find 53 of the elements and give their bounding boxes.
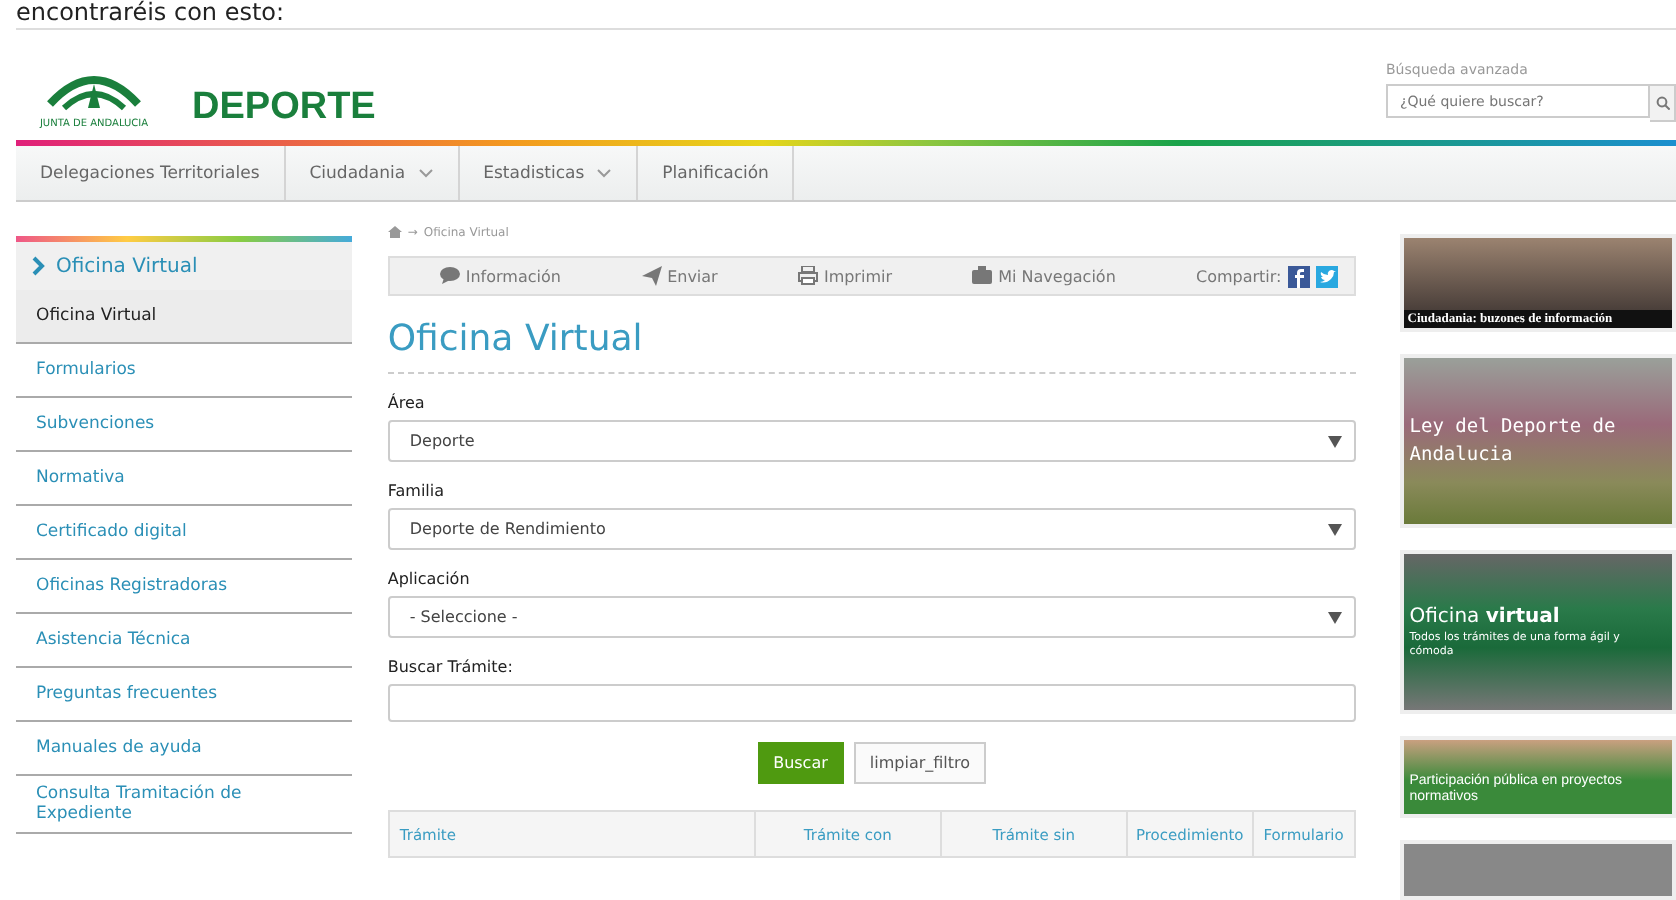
share-label: Compartir: <box>1196 267 1282 285</box>
nav-item[interactable]: Ciudadania <box>285 146 460 200</box>
page-title: Oficina Virtual <box>387 318 1356 374</box>
speech-bubble-icon <box>439 266 460 286</box>
dropdown-field[interactable]: Deporte de Rendimiento <box>387 508 1356 550</box>
clear-filter-button[interactable]: limpiar_filtro <box>853 742 987 784</box>
printer-icon <box>797 266 818 286</box>
toolbar-link[interactable]: Imprimir <box>797 266 892 286</box>
banner-card[interactable]: Ley del Deporte de Andalucia <box>1399 354 1676 528</box>
nav-item[interactable]: Estadisticas <box>459 146 639 200</box>
sidebar-item[interactable]: Consulta Tramitación de Expediente <box>16 776 352 834</box>
dropdown-triangle-icon <box>1327 523 1342 535</box>
field-label: Buscar Trámite: <box>387 658 515 680</box>
nav-label: Planificación <box>662 163 769 183</box>
nav-label: Estadisticas <box>483 163 585 183</box>
briefcase-icon <box>972 266 993 286</box>
sidebar-item[interactable]: Certificado digital <box>16 506 352 560</box>
nav-item[interactable]: Delegaciones Territoriales <box>16 146 286 200</box>
field-label: Aplicación <box>387 570 472 592</box>
sidebar-item[interactable]: Oficina Virtual <box>16 290 352 344</box>
home-icon <box>387 226 402 238</box>
field-label: Área <box>387 394 427 416</box>
search-input-field[interactable] <box>387 684 1356 722</box>
sidebar-item[interactable]: Subvenciones <box>16 398 352 452</box>
search-button[interactable]: Buscar <box>757 742 844 784</box>
site-title[interactable]: DEPORTE <box>192 86 376 130</box>
nav-item[interactable]: Planificación <box>638 146 795 200</box>
search-icon <box>1655 96 1669 110</box>
dropdown-field[interactable]: Deporte <box>387 420 1356 462</box>
field-label: Familia <box>387 482 447 504</box>
sidebar-item[interactable]: Manuales de ayuda <box>16 722 352 776</box>
sidebar-item[interactable]: Formularios <box>16 344 352 398</box>
sidebar-item[interactable]: Normativa <box>16 452 352 506</box>
twitter-icon <box>1315 265 1338 287</box>
toolbar-link[interactable]: Información <box>439 266 561 286</box>
sidebar-item[interactable]: Asistencia Técnica <box>16 614 352 668</box>
toolbar-link[interactable]: Mi Navegación <box>972 266 1116 286</box>
caption-text: encontraréis con esto: <box>16 0 287 26</box>
search-button[interactable] <box>1650 84 1676 122</box>
sidebar-item[interactable]: Preguntas frecuentes <box>16 668 352 722</box>
facebook-icon <box>1287 265 1310 287</box>
toolbar-link[interactable]: Enviar <box>641 266 718 286</box>
paper-plane-icon <box>641 266 662 286</box>
nav-label: Ciudadania <box>309 163 406 183</box>
banner-caption: Ley del Deporte de Andalucia <box>1409 413 1618 469</box>
banner-caption: Oficina virtual <box>1409 605 1562 627</box>
sidebar-item[interactable]: Oficinas Registradoras <box>16 560 352 614</box>
dropdown-field[interactable]: - Seleccione - <box>387 596 1356 638</box>
dropdown-triangle-icon <box>1327 611 1342 623</box>
chevron-right-icon <box>32 256 46 276</box>
sidebar-title: Oficina Virtual <box>56 255 198 277</box>
nav-label: Delegaciones Territoriales <box>40 163 260 183</box>
dropdown-triangle-icon <box>1327 435 1342 447</box>
